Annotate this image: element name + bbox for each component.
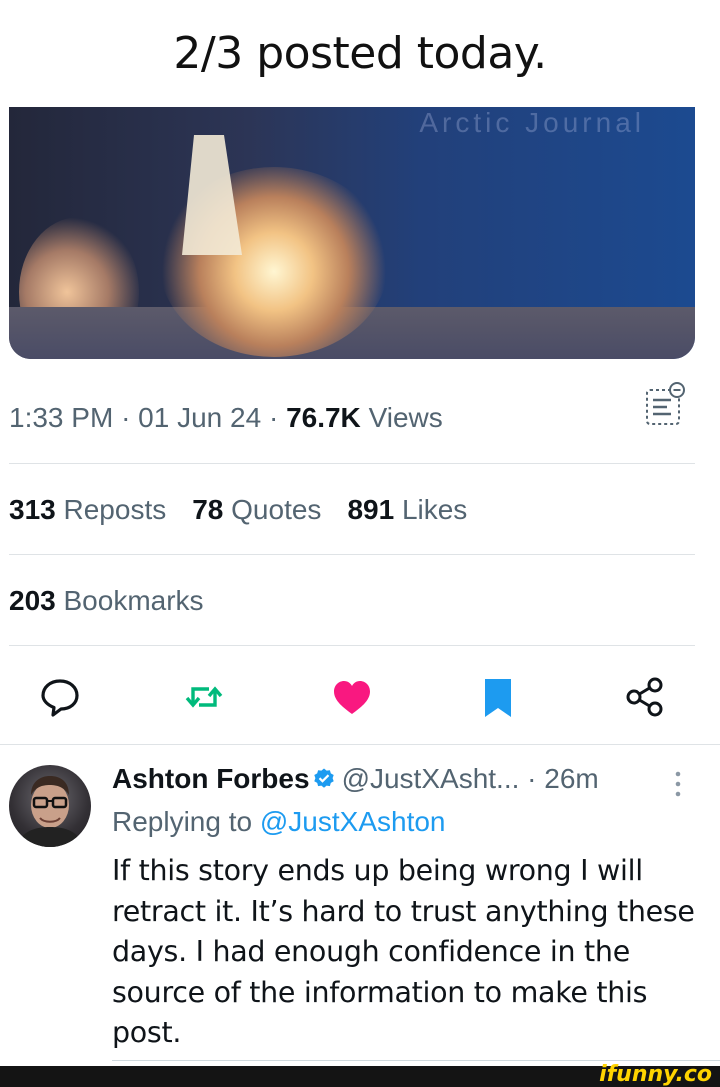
- bookmarks-count: 203: [9, 585, 56, 616]
- quotes-count: 78: [192, 494, 224, 525]
- verified-badge-icon: [313, 768, 334, 788]
- reposts-stat[interactable]: 313 Reposts: [9, 494, 166, 525]
- post-video-thumbnail[interactable]: Arctic Journal: [9, 107, 695, 359]
- divider: [112, 1060, 720, 1061]
- divider: [0, 744, 720, 745]
- replying-to-label: Replying to: [112, 806, 253, 837]
- reposts-label: Reposts: [63, 494, 167, 525]
- likes-stat[interactable]: 891 Likes: [347, 494, 467, 525]
- bookmarks-stat[interactable]: 203 Bookmarks: [9, 585, 204, 617]
- reply-handle[interactable]: @JustXAsht...: [342, 763, 520, 794]
- quotes-label: Quotes: [231, 494, 322, 525]
- bookmark-icon[interactable]: [476, 675, 520, 719]
- post-meta-line: 1:33 PM · 01 Jun 24 · 76.7K Views: [9, 402, 443, 434]
- reply-display-name[interactable]: Ashton Forbes: [112, 763, 310, 794]
- share-icon[interactable]: [624, 675, 668, 719]
- reply-icon[interactable]: [38, 675, 82, 719]
- replying-to-handle[interactable]: @JustXAshton: [260, 806, 446, 837]
- divider: [9, 463, 695, 464]
- media-watermark: Arctic Journal: [419, 107, 645, 138]
- reply-header: Ashton Forbes @JustXAsht... · 26m: [112, 763, 599, 795]
- reposts-count: 313: [9, 494, 56, 525]
- meme-caption: 2/3 posted today.: [173, 28, 547, 79]
- quotes-stat[interactable]: 78 Quotes: [192, 494, 321, 525]
- post-time[interactable]: 1:33 PM: [9, 402, 113, 433]
- repost-icon[interactable]: [182, 675, 226, 719]
- like-icon[interactable]: [330, 675, 374, 719]
- views-count: 76.7K: [286, 402, 361, 433]
- analytics-icon[interactable]: [643, 378, 687, 428]
- likes-count: 891: [347, 494, 395, 525]
- more-options-icon[interactable]: [672, 768, 684, 800]
- views-label: Views: [368, 402, 443, 433]
- divider: [9, 645, 695, 646]
- engagement-stats: 313 Reposts 78 Quotes 891 Likes: [9, 494, 493, 526]
- ifunny-logo: ifunny.co: [599, 1062, 712, 1087]
- meta-separator: ·: [121, 402, 139, 433]
- divider: [9, 554, 695, 555]
- reply-time[interactable]: 26m: [544, 763, 598, 794]
- media-panel: [182, 135, 242, 255]
- reply-separator: ·: [519, 763, 545, 794]
- avatar[interactable]: [9, 765, 91, 847]
- reply-text: If this story ends up being wrong I will…: [112, 854, 695, 1049]
- replying-to-line: Replying to @JustXAshton: [112, 806, 446, 838]
- likes-label: Likes: [401, 494, 468, 525]
- meta-separator: ·: [268, 402, 287, 433]
- avatar-portrait: [17, 776, 83, 847]
- post-date[interactable]: 01 Jun 24: [138, 402, 261, 433]
- bookmarks-label: Bookmarks: [63, 585, 204, 616]
- watermark-bar: ifunny.co: [0, 1062, 720, 1087]
